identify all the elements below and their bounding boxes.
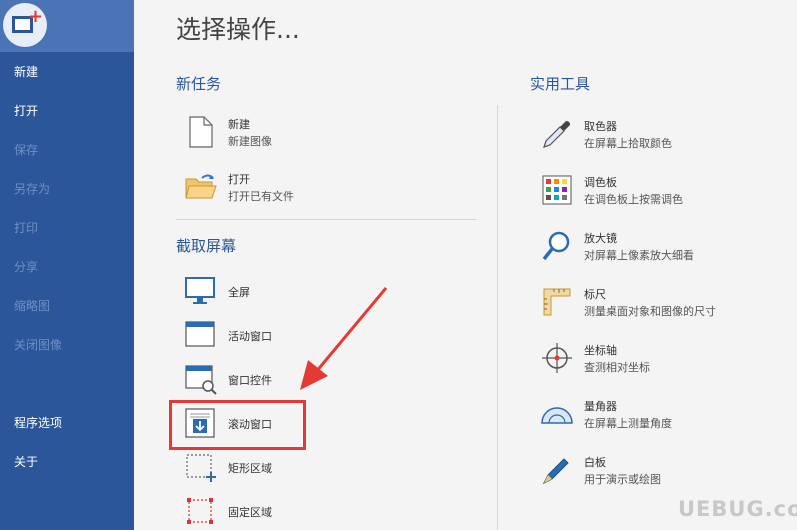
sidebar-item-options[interactable]: 程序选项	[14, 414, 62, 431]
open-file-title: 打开	[228, 173, 250, 186]
tool-color-picker-desc: 在屏幕上拾取颜色	[584, 137, 672, 150]
new-image-desc: 新建图像	[228, 135, 272, 148]
eyedropper-icon	[543, 121, 570, 148]
tool-magnifier-button[interactable]: 放大镜 对屏幕上像素放大细看	[540, 229, 770, 265]
app-logo-icon[interactable]: +	[3, 3, 47, 47]
tool-palette-title: 调色板	[584, 176, 617, 189]
tool-coordinate-button[interactable]: 坐标轴 查测相对坐标	[540, 341, 770, 377]
tool-magnifier-desc: 对屏幕上像素放大细看	[584, 249, 694, 262]
sidebar: + 新建 打开 保存 另存为 打印 分享 缩略图 关闭图像 程序选项 关于	[0, 0, 134, 530]
tool-protractor-desc: 在屏幕上测量角度	[584, 417, 672, 430]
protractor-icon	[541, 407, 573, 424]
fixed-region-icon	[187, 498, 213, 524]
sidebar-item-thumbnail[interactable]: 缩略图	[14, 297, 50, 314]
tool-protractor-title: 量角器	[584, 400, 617, 413]
tool-whiteboard-button[interactable]: 白板 用于演示或绘图	[540, 453, 770, 489]
tool-magnifier-title: 放大镜	[584, 232, 617, 245]
capture-rectangle-label: 矩形区域	[228, 462, 272, 475]
tool-ruler-button[interactable]: 标尺 测量桌面对象和图像的尺寸	[540, 285, 770, 321]
blank-document-icon	[189, 116, 213, 148]
capture-active-window-label: 活动窗口	[228, 330, 272, 343]
sidebar-item-new[interactable]: 新建	[14, 63, 38, 80]
sidebar-item-save[interactable]: 保存	[14, 141, 38, 158]
tool-palette-desc: 在调色板上按需调色	[584, 193, 683, 206]
section-title-tools: 实用工具	[530, 75, 591, 93]
capture-fixed-region-button[interactable]: 固定区域	[184, 494, 384, 528]
tool-ruler-desc: 测量桌面对象和图像的尺寸	[584, 305, 716, 318]
crosshair-icon	[542, 343, 572, 373]
sidebar-item-print[interactable]: 打印	[14, 219, 38, 236]
column-divider	[497, 105, 498, 530]
sidebar-item-about[interactable]: 关于	[14, 453, 38, 470]
tool-color-picker-button[interactable]: 取色器 在屏幕上拾取颜色	[540, 117, 770, 153]
sidebar-item-save-as[interactable]: 另存为	[14, 180, 50, 197]
window-magnifier-icon	[185, 365, 217, 395]
capture-fullscreen-label: 全屏	[228, 286, 250, 299]
sidebar-item-share[interactable]: 分享	[14, 258, 38, 275]
monitor-icon	[185, 277, 215, 304]
watermark: UEBUG.com	[678, 497, 797, 521]
open-file-button[interactable]: 打开 打开已有文件	[184, 170, 384, 206]
tool-color-picker-title: 取色器	[584, 120, 617, 133]
section-title-capture: 截取屏幕	[176, 237, 237, 255]
sidebar-item-close-image[interactable]: 关闭图像	[14, 336, 62, 353]
magnifier-icon	[542, 231, 570, 261]
tool-whiteboard-title: 白板	[584, 456, 606, 469]
open-folder-icon	[185, 174, 217, 199]
page-title: 选择操作...	[176, 15, 300, 44]
logo-bar: +	[0, 0, 134, 52]
ruler-icon	[543, 288, 571, 316]
annotation-arrow-icon	[300, 287, 388, 390]
capture-window-control-label: 窗口控件	[228, 374, 272, 387]
tool-coordinate-desc: 查测相对坐标	[584, 361, 650, 374]
tool-ruler-title: 标尺	[584, 288, 606, 301]
capture-rectangle-button[interactable]: 矩形区域	[184, 450, 384, 484]
capture-fixed-region-label: 固定区域	[228, 506, 272, 519]
palette-icon	[542, 175, 572, 205]
rectangle-region-icon	[186, 454, 216, 482]
open-file-desc: 打开已有文件	[228, 190, 294, 203]
highlight-box	[169, 400, 306, 450]
new-image-title: 新建	[228, 118, 250, 131]
new-image-button[interactable]: 新建 新建图像	[184, 115, 384, 151]
window-icon	[185, 321, 215, 347]
section-title-new-task: 新任务	[176, 75, 222, 93]
tool-coordinate-title: 坐标轴	[584, 344, 617, 357]
tool-palette-button[interactable]: 调色板 在调色板上按需调色	[540, 173, 770, 209]
tool-whiteboard-desc: 用于演示或绘图	[584, 473, 661, 486]
pen-icon	[542, 458, 569, 485]
sidebar-item-open[interactable]: 打开	[14, 102, 38, 119]
section-divider	[176, 219, 476, 220]
tool-protractor-button[interactable]: 量角器 在屏幕上测量角度	[540, 397, 770, 433]
